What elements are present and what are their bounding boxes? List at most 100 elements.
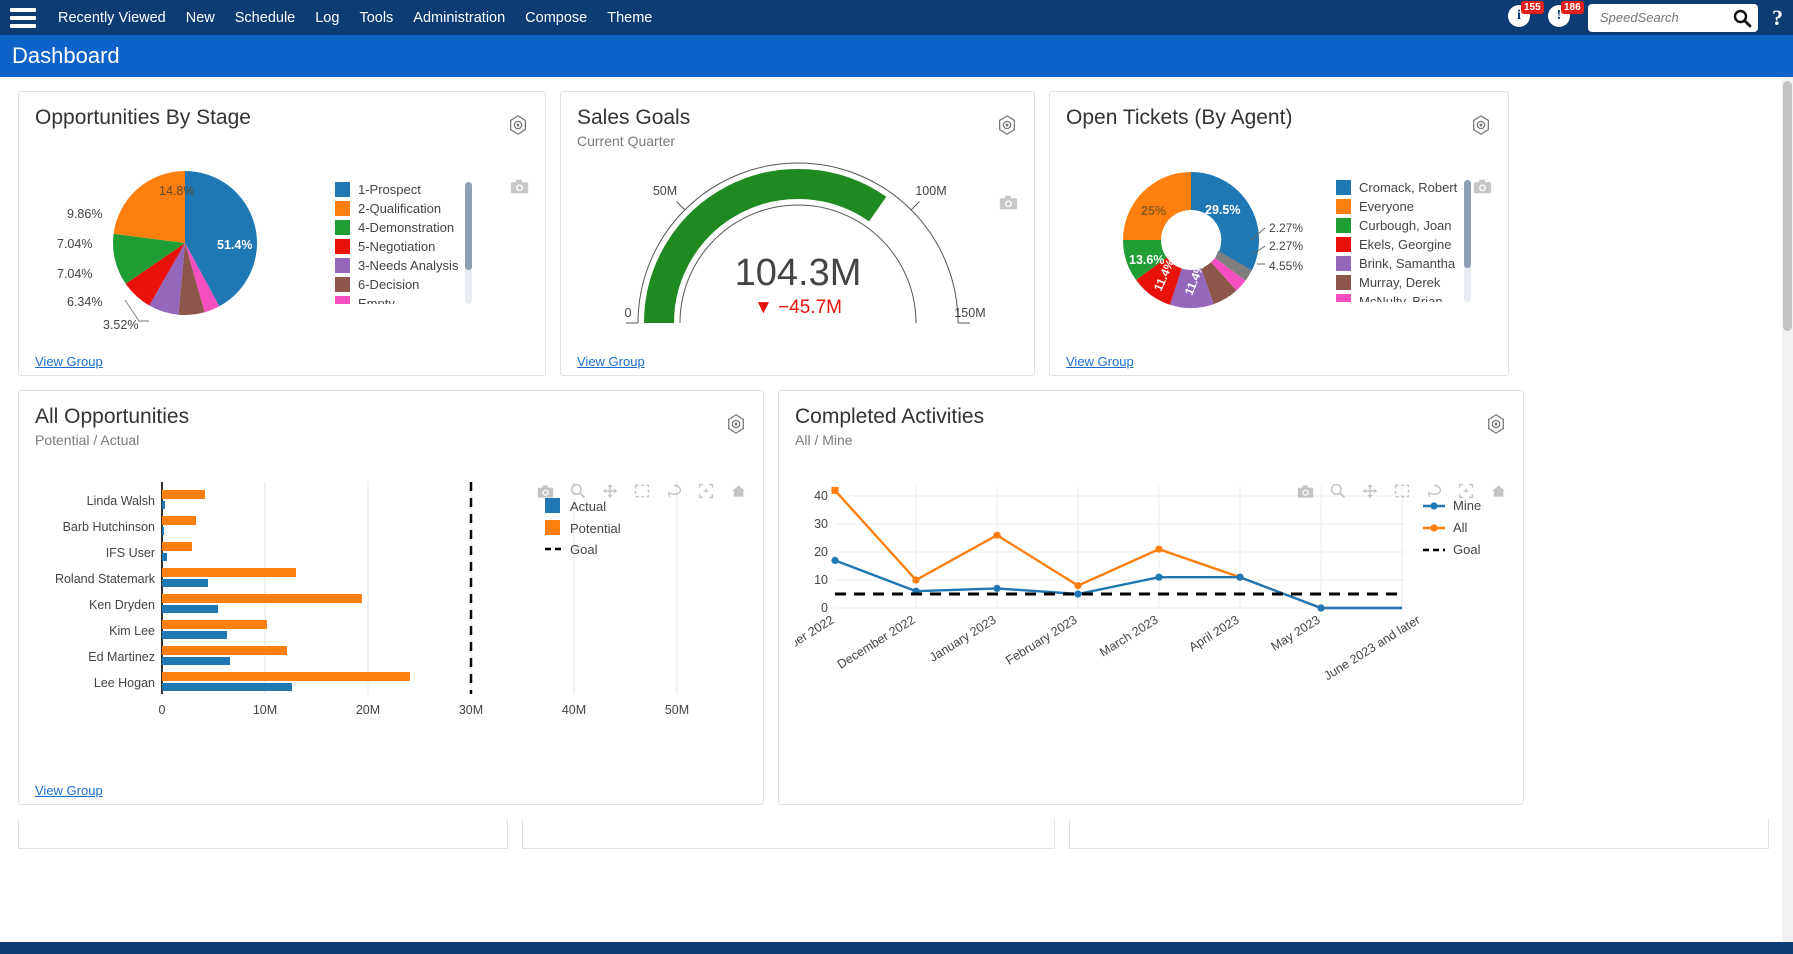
bar-actual[interactable]: [162, 631, 227, 639]
alert-notification-button[interactable]: ! 186: [1548, 5, 1574, 31]
camera-snapshot-icon[interactable]: [537, 484, 554, 499]
bar-actual[interactable]: [162, 605, 218, 613]
x-tick-label: 10M: [253, 703, 277, 717]
box-select-icon[interactable]: [634, 483, 650, 499]
search-icon[interactable]: [1732, 8, 1752, 28]
card-title: Opportunities By Stage: [35, 106, 529, 130]
bar-potential[interactable]: [162, 516, 196, 525]
help-button[interactable]: ?: [1772, 5, 1783, 31]
bar-actual[interactable]: [162, 579, 208, 587]
nav-item-theme[interactable]: Theme: [597, 10, 662, 26]
bar-actual[interactable]: [162, 657, 230, 665]
bar-potential[interactable]: [162, 594, 362, 603]
gauge-tick-label-150m: 150M: [954, 306, 985, 320]
nav-item-log[interactable]: Log: [305, 10, 349, 26]
nav-item-tools[interactable]: Tools: [349, 10, 403, 26]
nav-item-new[interactable]: New: [176, 10, 225, 26]
bar-actual[interactable]: [162, 683, 292, 691]
legend-item[interactable]: Everyone: [1336, 199, 1457, 214]
legend-item[interactable]: Ekels, Georgine: [1336, 237, 1457, 252]
settings-gear-icon[interactable]: [996, 114, 1018, 136]
legend-scrollbar-thumb[interactable]: [1464, 180, 1471, 268]
bar-actual[interactable]: [162, 553, 167, 561]
page-scrollbar-thumb[interactable]: [1783, 81, 1792, 331]
pan-icon[interactable]: [602, 483, 618, 499]
nav-item-administration[interactable]: Administration: [403, 10, 515, 26]
bar-potential[interactable]: [162, 568, 296, 577]
legend-swatch-icon: [335, 296, 350, 304]
pie-slice-2-qualification[interactable]: [114, 171, 185, 243]
legend-label: Potential: [570, 521, 621, 536]
gauge-tick: [677, 202, 686, 211]
legend-item[interactable]: 5-Negotiation: [335, 239, 458, 254]
bar-actual[interactable]: [162, 527, 164, 535]
lasso-select-icon[interactable]: [666, 483, 682, 499]
bar-potential[interactable]: [162, 490, 205, 499]
camera-snapshot-icon[interactable]: [999, 194, 1018, 211]
zoom-icon[interactable]: [1330, 483, 1346, 499]
zoom-icon[interactable]: [570, 483, 586, 499]
legend-item[interactable]: 6-Decision: [335, 277, 458, 292]
bar-potential[interactable]: [162, 646, 287, 655]
settings-gear-icon[interactable]: [507, 114, 529, 136]
nav-item-schedule[interactable]: Schedule: [225, 10, 305, 26]
pie-label-704b: 7.04%: [57, 267, 92, 281]
settings-gear-icon[interactable]: [1485, 413, 1507, 435]
legend-opportunities-by-stage[interactable]: 1-Prospect 2-Qualification 4-Demonstrati…: [335, 182, 472, 304]
legend-item[interactable]: Brink, Samantha: [1336, 256, 1457, 271]
view-group-link[interactable]: View Group: [1066, 354, 1134, 369]
legend-item[interactable]: Curbough, Joan: [1336, 218, 1457, 233]
legend-scrollbar[interactable]: [1464, 180, 1471, 302]
legend-item[interactable]: 2-Qualification: [335, 201, 458, 216]
donut-label-295: 29.5%: [1205, 203, 1240, 217]
x-tick-label: Earlier than December 2022: [795, 613, 837, 708]
camera-snapshot-icon[interactable]: [1297, 484, 1314, 499]
legend-scrollbar-thumb[interactable]: [465, 182, 472, 270]
legend-all-opportunities[interactable]: Actual Potential Goal: [545, 498, 621, 557]
autoscale-icon[interactable]: [698, 483, 714, 499]
bar-actual[interactable]: [162, 501, 165, 509]
card-all-opportunities: All Opportunities Potential / Actual: [18, 390, 764, 805]
legend-item[interactable]: Empty: [335, 296, 458, 304]
legend-item[interactable]: 1-Prospect: [335, 182, 458, 197]
info-notification-button[interactable]: i 155: [1508, 5, 1534, 31]
view-group-link[interactable]: View Group: [577, 354, 645, 369]
settings-gear-icon[interactable]: [1470, 114, 1492, 136]
chart-toolbar: [1297, 483, 1507, 499]
bar-potential[interactable]: [162, 542, 192, 551]
legend-scrollbar[interactable]: [465, 182, 472, 304]
lasso-select-icon[interactable]: [1426, 483, 1442, 499]
donut-chart-open-tickets: 29.5% 25% 13.6% 11.4% 11.4% 4.55% 2.27% …: [1066, 148, 1336, 333]
legend-open-tickets[interactable]: Cromack, Robert Everyone Curbough, Joan …: [1336, 180, 1471, 302]
x-tick-label: 50M: [665, 703, 689, 717]
hamburger-menu-icon[interactable]: [10, 8, 36, 28]
bar-potential[interactable]: [162, 620, 267, 629]
speedsearch-box[interactable]: [1588, 4, 1758, 32]
legend-item[interactable]: 4-Demonstration: [335, 220, 458, 235]
page-scrollbar[interactable]: [1782, 77, 1793, 954]
legend-item[interactable]: 3-Needs Analysis: [335, 258, 458, 273]
legend-label: 3-Needs Analysis: [358, 258, 458, 273]
reset-home-icon[interactable]: [1490, 483, 1507, 499]
bar-potential[interactable]: [162, 672, 410, 681]
category-label: Roland Statemark: [55, 572, 156, 586]
reset-home-icon[interactable]: [730, 483, 747, 499]
view-group-link[interactable]: View Group: [35, 354, 103, 369]
box-select-icon[interactable]: [1394, 483, 1410, 499]
autoscale-icon[interactable]: [1458, 483, 1474, 499]
legend-label: 1-Prospect: [358, 182, 421, 197]
nav-item-recently-viewed[interactable]: Recently Viewed: [48, 10, 176, 26]
pan-icon[interactable]: [1362, 483, 1378, 499]
settings-gear-icon[interactable]: [725, 413, 747, 435]
legend-completed-activities[interactable]: Mine All Goal: [1423, 498, 1481, 557]
legend-item[interactable]: McNulty, Brian: [1336, 294, 1457, 302]
legend-label: 5-Negotiation: [358, 239, 435, 254]
legend-item[interactable]: Cromack, Robert: [1336, 180, 1457, 195]
legend-label: Empty: [358, 296, 395, 304]
search-input[interactable]: [1598, 9, 1732, 26]
nav-item-compose[interactable]: Compose: [515, 10, 597, 26]
legend-item[interactable]: Murray, Derek: [1336, 275, 1457, 290]
view-group-link[interactable]: View Group: [35, 783, 103, 798]
card-subtitle: Potential / Actual: [35, 432, 747, 448]
x-tick-label: May 2023: [1269, 613, 1323, 654]
